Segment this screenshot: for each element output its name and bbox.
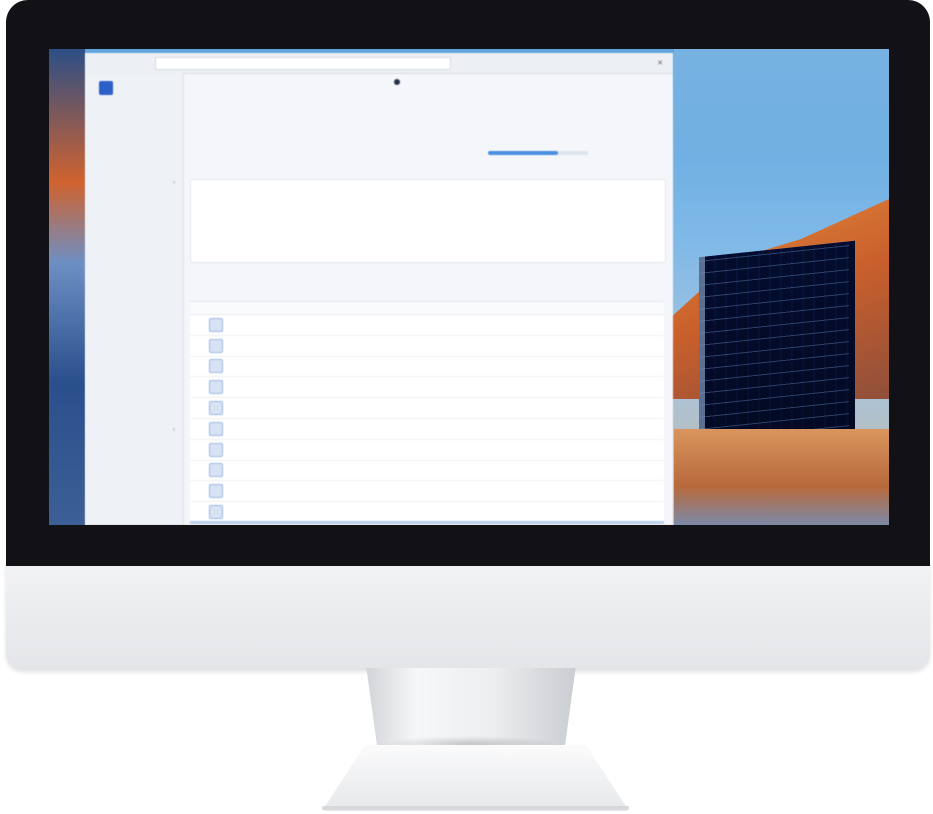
sidebar-item[interactable] xyxy=(95,105,179,123)
table-cell xyxy=(206,421,230,436)
chevron-right-icon[interactable]: › xyxy=(173,175,175,193)
timeline-bar xyxy=(394,79,532,85)
table-header xyxy=(190,302,664,315)
table-row[interactable] xyxy=(190,502,664,523)
monitor-stand-base xyxy=(322,745,629,811)
sidebar-item[interactable] xyxy=(95,281,179,299)
sidebar-item[interactable]: › xyxy=(95,422,179,440)
table-row[interactable] xyxy=(190,315,664,336)
app-logo[interactable] xyxy=(99,81,113,95)
sidebar-item[interactable] xyxy=(95,299,179,317)
table-cell xyxy=(206,505,230,520)
table-cell xyxy=(206,401,230,416)
sidebar-item[interactable] xyxy=(95,123,179,141)
timeline-marker-icon[interactable] xyxy=(394,79,400,85)
sidebar-item[interactable] xyxy=(95,474,179,492)
sidebar-item[interactable] xyxy=(95,334,179,352)
app-window: ✕ ››› xyxy=(85,53,673,525)
row-thumbnail-icon[interactable] xyxy=(209,421,223,436)
row-thumbnail-icon[interactable] xyxy=(209,380,223,395)
stand-base-edge xyxy=(322,806,629,810)
sidebar-item[interactable] xyxy=(95,316,179,334)
sidebar-item[interactable] xyxy=(95,492,179,510)
sidebar-item[interactable] xyxy=(95,228,179,246)
card-secondary-value xyxy=(521,204,527,211)
summary-strip xyxy=(192,133,662,173)
sidebar-item[interactable] xyxy=(95,439,179,457)
table-cell xyxy=(206,338,230,353)
address-bar[interactable] xyxy=(155,56,451,70)
table-cell xyxy=(206,442,230,457)
sidebar-item[interactable] xyxy=(95,457,179,475)
table-body xyxy=(190,315,664,525)
table-cell xyxy=(206,463,230,478)
progress-fill xyxy=(488,151,558,155)
close-icon[interactable]: ✕ xyxy=(657,59,663,67)
row-thumbnail-icon[interactable] xyxy=(209,505,223,520)
chevron-right-icon[interactable]: › xyxy=(173,422,175,440)
sidebar-item[interactable] xyxy=(95,246,179,264)
sidebar-item[interactable] xyxy=(95,369,179,387)
table-cell xyxy=(206,359,230,374)
sidebar-item[interactable] xyxy=(95,263,179,281)
sidebar-nav: ››› xyxy=(95,105,179,525)
main-content xyxy=(184,73,673,525)
table-cell xyxy=(206,317,230,332)
sidebar-item[interactable] xyxy=(95,193,179,211)
row-thumbnail-icon[interactable] xyxy=(209,463,223,478)
detail-card xyxy=(190,179,666,263)
table-row[interactable] xyxy=(190,357,664,378)
horizontal-scrollbar[interactable] xyxy=(190,521,664,524)
wallpaper-sky xyxy=(674,49,889,159)
row-thumbnail-icon[interactable] xyxy=(209,442,223,457)
monitor-screen: ✕ ››› xyxy=(49,49,889,525)
sidebar-item[interactable] xyxy=(95,387,179,405)
progress-bar xyxy=(488,151,588,155)
sidebar-item[interactable] xyxy=(95,351,179,369)
sidebar-item[interactable] xyxy=(95,510,179,525)
wallpaper-left-strip xyxy=(49,49,85,525)
sidebar-item[interactable] xyxy=(95,140,179,158)
table-cell xyxy=(206,484,230,499)
table-row[interactable] xyxy=(190,419,664,440)
row-thumbnail-icon[interactable] xyxy=(209,338,223,353)
sidebar-item[interactable] xyxy=(95,211,179,229)
monitor-chin xyxy=(6,566,930,670)
window-titlebar: ✕ xyxy=(85,53,673,74)
table-row[interactable] xyxy=(190,398,664,419)
sidebar-item[interactable] xyxy=(95,404,179,422)
data-table xyxy=(190,301,664,525)
table-row[interactable] xyxy=(190,481,664,503)
sidebar-item[interactable]: › xyxy=(95,175,179,193)
table-row[interactable] xyxy=(190,461,664,482)
row-thumbnail-icon[interactable] xyxy=(209,317,223,332)
sidebar-item[interactable] xyxy=(95,158,179,176)
row-thumbnail-icon[interactable] xyxy=(209,359,223,374)
row-thumbnail-icon[interactable] xyxy=(209,401,223,416)
table-row[interactable] xyxy=(190,377,664,399)
row-thumbnail-icon[interactable] xyxy=(209,484,223,499)
table-row[interactable] xyxy=(190,440,664,461)
table-cell xyxy=(206,380,230,395)
table-row[interactable] xyxy=(190,336,664,357)
sidebar: ››› xyxy=(85,73,184,525)
wallpaper-ground xyxy=(674,429,889,525)
